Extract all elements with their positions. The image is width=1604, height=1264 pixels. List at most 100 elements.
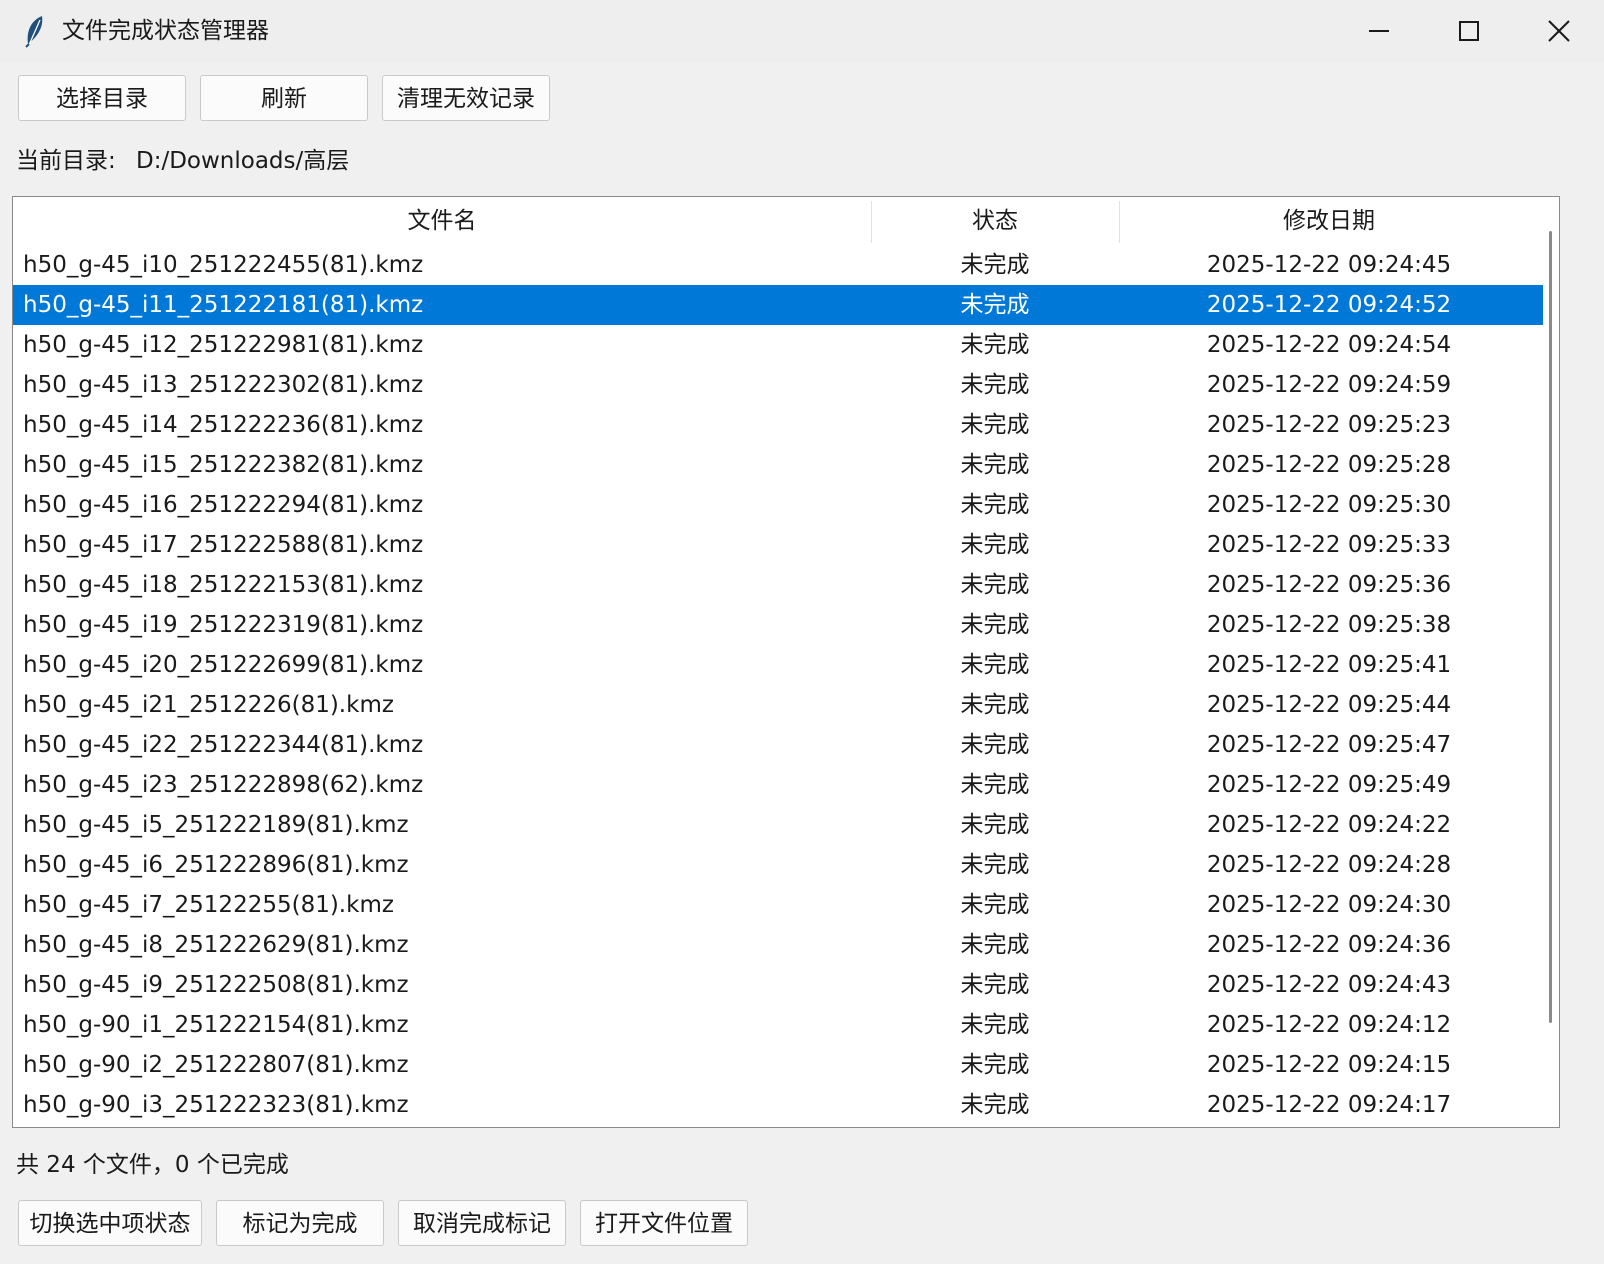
mark-complete-button[interactable]: 标记为完成 <box>216 1200 384 1246</box>
table-row[interactable]: h50_g-45_i15_251222382(81).kmz 未完成 2025-12… <box>13 445 1543 485</box>
status-cell: 未完成 <box>960 492 1030 518</box>
status-cell: 未完成 <box>960 972 1030 998</box>
close-icon <box>1548 20 1570 42</box>
select-directory-button[interactable]: 选择目录 <box>18 75 186 121</box>
minimize-icon <box>1369 30 1389 32</box>
modified-date-cell: 2025-12-22 09:25:30 <box>1206 492 1452 518</box>
filename-cell: h50_g-45_i21_2512226(81).kmz <box>23 692 394 718</box>
filename-cell: h50_g-45_i22_251222344(81).kmz <box>23 732 424 758</box>
status-cell: 未完成 <box>960 812 1030 838</box>
modified-date-cell: 2025-12-22 09:25:47 <box>1206 732 1452 758</box>
unmark-complete-button[interactable]: 取消完成标记 <box>398 1200 566 1246</box>
file-count-summary: 共 24 个文件，0 个已完成 <box>16 1152 289 1178</box>
filename-cell: h50_g-45_i9_251222508(81).kmz <box>23 972 409 998</box>
modified-date-cell: 2025-12-22 09:24:54 <box>1206 332 1452 358</box>
table-row[interactable]: h50_g-90_i2_251222807(81).kmz 未完成 2025-12-… <box>13 1045 1543 1085</box>
table-row[interactable]: h50_g-45_i8_251222629(81).kmz 未完成 2025-12-… <box>13 925 1543 965</box>
modified-date-cell: 2025-12-22 09:25:23 <box>1206 412 1452 438</box>
filename-cell: h50_g-45_i17_251222588(81).kmz <box>23 532 424 558</box>
table-row[interactable]: h50_g-45_i16_251222294(81).kmz 未完成 2025-12… <box>13 485 1543 525</box>
status-cell: 未完成 <box>960 372 1030 398</box>
title-bar: 文件完成状态管理器 <box>0 0 1604 62</box>
filename-cell: h50_g-45_i8_251222629(81).kmz <box>23 932 409 958</box>
status-cell: 未完成 <box>960 652 1030 678</box>
table-row[interactable]: h50_g-45_i7_25122255(81).kmz 未完成 2025-12-2… <box>13 885 1543 925</box>
filename-cell: h50_g-45_i16_251222294(81).kmz <box>23 492 424 518</box>
table-row[interactable]: h50_g-45_i6_251222896(81).kmz 未完成 2025-12-… <box>13 845 1543 885</box>
maximize-button[interactable] <box>1424 0 1514 62</box>
filename-cell: h50_g-45_i5_251222189(81).kmz <box>23 812 409 838</box>
filename-cell: h50_g-45_i15_251222382(81).kmz <box>23 452 424 478</box>
window-title: 文件完成状态管理器 <box>62 18 269 44</box>
modified-date-cell: 2025-12-22 09:24:30 <box>1206 892 1452 918</box>
modified-date-cell: 2025-12-22 09:25:36 <box>1206 572 1452 598</box>
status-cell: 未完成 <box>960 612 1030 638</box>
modified-date-cell: 2025-12-22 09:24:59 <box>1206 372 1452 398</box>
table-row[interactable]: h50_g-45_i11_251222181(81).kmz 未完成 2025-12… <box>13 285 1543 325</box>
filename-cell: h50_g-45_i18_251222153(81).kmz <box>23 572 424 598</box>
modified-date-cell: 2025-12-22 09:24:45 <box>1206 252 1452 278</box>
status-cell: 未完成 <box>960 692 1030 718</box>
vertical-scrollbar[interactable] <box>1547 231 1555 1127</box>
table-row[interactable]: h50_g-90_i1_251222154(81).kmz 未完成 2025-12-… <box>13 1005 1543 1045</box>
modified-date-cell: 2025-12-22 09:24:12 <box>1206 1012 1452 1038</box>
feather-icon <box>20 14 50 48</box>
table-header: 文件名 状态 修改日期 <box>13 197 1559 245</box>
status-cell: 未完成 <box>960 572 1030 598</box>
table-row[interactable]: h50_g-45_i19_251222319(81).kmz 未完成 2025-12… <box>13 605 1543 645</box>
status-cell: 未完成 <box>960 332 1030 358</box>
table-row[interactable]: h50_g-45_i13_251222302(81).kmz 未完成 2025-12… <box>13 365 1543 405</box>
modified-date-cell: 2025-12-22 09:25:44 <box>1206 692 1452 718</box>
filename-cell: h50_g-45_i12_251222981(81).kmz <box>23 332 424 358</box>
filename-cell: h50_g-90_i2_251222807(81).kmz <box>23 1052 409 1078</box>
modified-date-cell: 2025-12-22 09:24:36 <box>1206 932 1452 958</box>
current-directory-value: D:/Downloads/高层 <box>136 148 350 174</box>
table-row[interactable]: h50_g-45_i5_251222189(81).kmz 未完成 2025-12-… <box>13 805 1543 845</box>
modified-date-cell: 2025-12-22 09:25:49 <box>1206 772 1452 798</box>
status-cell: 未完成 <box>960 732 1030 758</box>
scrollbar-thumb[interactable] <box>1549 231 1552 1023</box>
open-file-location-button[interactable]: 打开文件位置 <box>580 1200 748 1246</box>
filename-cell: h50_g-45_i10_251222455(81).kmz <box>23 252 424 278</box>
clean-invalid-records-button[interactable]: 清理无效记录 <box>382 75 550 121</box>
column-header-filename[interactable]: 文件名 <box>13 197 871 245</box>
table-row[interactable]: h50_g-90_i3_251222323(81).kmz 未完成 2025-12-… <box>13 1085 1543 1125</box>
table-row[interactable]: h50_g-45_i14_251222236(81).kmz 未完成 2025-12… <box>13 405 1543 445</box>
minimize-button[interactable] <box>1334 0 1424 62</box>
filename-cell: h50_g-45_i20_251222699(81).kmz <box>23 652 424 678</box>
filename-cell: h50_g-45_i7_25122255(81).kmz <box>23 892 394 918</box>
filename-cell: h50_g-45_i13_251222302(81).kmz <box>23 372 424 398</box>
modified-date-cell: 2025-12-22 09:24:15 <box>1206 1052 1452 1078</box>
maximize-icon <box>1459 21 1479 41</box>
close-button[interactable] <box>1514 0 1604 62</box>
modified-date-cell: 2025-12-22 09:24:28 <box>1206 852 1452 878</box>
current-directory-label: 当前目录: <box>16 148 116 174</box>
filename-cell: h50_g-45_i19_251222319(81).kmz <box>23 612 424 638</box>
status-cell: 未完成 <box>960 292 1030 318</box>
column-header-status[interactable]: 状态 <box>871 197 1119 245</box>
table-row[interactable]: h50_g-45_i17_251222588(81).kmz 未完成 2025-12… <box>13 525 1543 565</box>
status-cell: 未完成 <box>960 452 1030 478</box>
filename-cell: h50_g-45_i14_251222236(81).kmz <box>23 412 424 438</box>
table-body: h50_g-45_i10_251222455(81).kmz 未完成 2025-12… <box>13 245 1543 1125</box>
table-row[interactable]: h50_g-45_i9_251222508(81).kmz 未完成 2025-12-… <box>13 965 1543 1005</box>
toggle-selected-status-button[interactable]: 切换选中项状态 <box>18 1200 202 1246</box>
table-row[interactable]: h50_g-45_i10_251222455(81).kmz 未完成 2025-12… <box>13 245 1543 285</box>
status-cell: 未完成 <box>960 1092 1030 1118</box>
table-row[interactable]: h50_g-45_i20_251222699(81).kmz 未完成 2025-12… <box>13 645 1543 685</box>
table-row[interactable]: h50_g-45_i12_251222981(81).kmz 未完成 2025-12… <box>13 325 1543 365</box>
table-row[interactable]: h50_g-45_i23_251222898(62).kmz 未完成 2025-12… <box>13 765 1543 805</box>
status-cell: 未完成 <box>960 412 1030 438</box>
modified-date-cell: 2025-12-22 09:24:52 <box>1206 292 1452 318</box>
refresh-button[interactable]: 刷新 <box>200 75 368 121</box>
table-row[interactable]: h50_g-45_i18_251222153(81).kmz 未完成 2025-12… <box>13 565 1543 605</box>
filename-cell: h50_g-90_i3_251222323(81).kmz <box>23 1092 409 1118</box>
modified-date-cell: 2025-12-22 09:25:38 <box>1206 612 1452 638</box>
table-row[interactable]: h50_g-45_i21_2512226(81).kmz 未完成 2025-12-2… <box>13 685 1543 725</box>
filename-cell: h50_g-45_i6_251222896(81).kmz <box>23 852 409 878</box>
modified-date-cell: 2025-12-22 09:25:41 <box>1206 652 1452 678</box>
file-table[interactable]: 文件名 状态 修改日期 h50_g-45_i10_251222455(81).k… <box>12 196 1560 1128</box>
column-header-modified-date[interactable]: 修改日期 <box>1119 197 1539 245</box>
status-cell: 未完成 <box>960 252 1030 278</box>
table-row[interactable]: h50_g-45_i22_251222344(81).kmz 未完成 2025-12… <box>13 725 1543 765</box>
